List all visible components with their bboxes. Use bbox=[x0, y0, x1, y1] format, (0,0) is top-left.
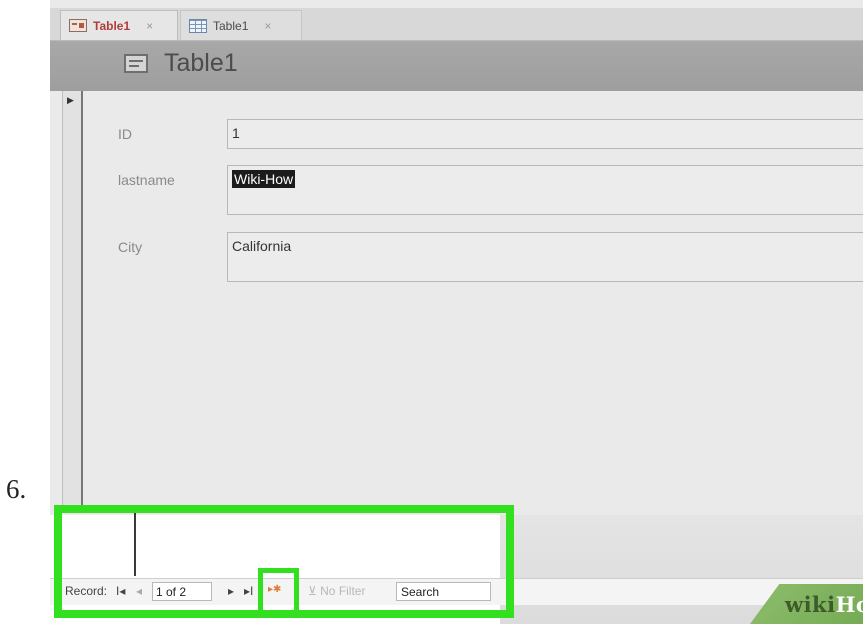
form-icon bbox=[69, 19, 87, 32]
tab-label: Table1 bbox=[213, 18, 249, 33]
tab-table1-datasheet[interactable]: Table1 × bbox=[180, 10, 302, 40]
table-icon bbox=[189, 18, 207, 33]
tab-label: Table1 bbox=[93, 18, 131, 33]
form-header: Table1 bbox=[50, 41, 863, 91]
form-title: Table1 bbox=[164, 49, 238, 77]
city-value: California bbox=[232, 238, 292, 254]
form-icon bbox=[124, 54, 148, 73]
lastname-field[interactable]: Wiki-How bbox=[227, 165, 863, 215]
close-icon[interactable]: × bbox=[264, 19, 271, 33]
step-number: 6. bbox=[6, 474, 27, 504]
tab-table1-form[interactable]: Table1 × bbox=[60, 10, 178, 40]
id-value: 1 bbox=[232, 125, 240, 141]
lastname-value: Wiki-How bbox=[232, 170, 296, 188]
document-tab-bar: Table1 × Table1 × bbox=[50, 8, 863, 41]
field-label-lastname: lastname bbox=[118, 172, 175, 188]
current-record-arrow-icon: ▶ bbox=[67, 95, 74, 105]
field-label-city: City bbox=[118, 239, 143, 255]
field-label-id: ID bbox=[118, 126, 132, 142]
wikihow-watermark: wikiHow bbox=[785, 592, 863, 617]
record-selector[interactable]: ▶ bbox=[62, 91, 83, 511]
highlight-box-new-record bbox=[258, 568, 299, 618]
close-icon[interactable]: × bbox=[146, 19, 153, 33]
city-field[interactable]: California bbox=[227, 232, 863, 282]
id-field[interactable]: 1 bbox=[227, 119, 863, 149]
